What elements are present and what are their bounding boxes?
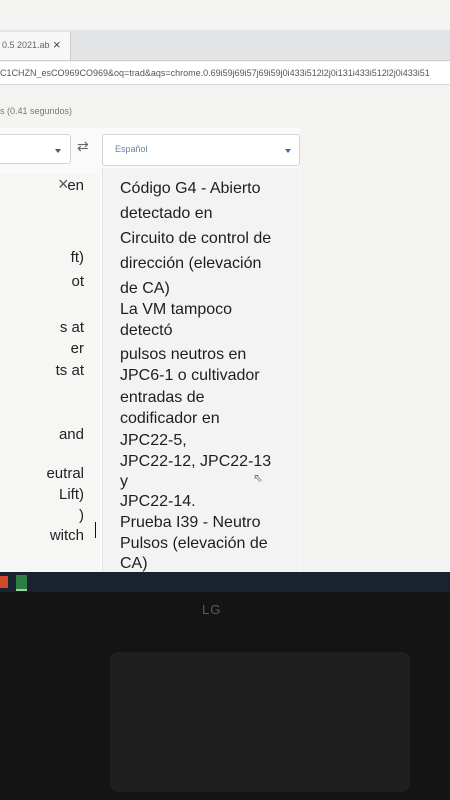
source-line: en	[67, 177, 84, 194]
translation-line: de CA)	[120, 280, 170, 297]
source-line: ts at	[55, 362, 84, 379]
chevron-down-icon	[285, 149, 291, 153]
text-cursor	[95, 522, 96, 538]
source-text-area[interactable]: en ft) ot s at er ts at and eutral Lift)…	[0, 174, 100, 572]
source-line: Lift)	[58, 486, 84, 503]
tab-strip: 0.5 2021.abc × +	[0, 30, 450, 83]
monitor-brand-logo: LG	[202, 602, 222, 617]
source-line: ft)	[70, 249, 84, 266]
translation-line: CA)	[120, 555, 148, 572]
screen-reflection	[110, 652, 410, 792]
source-line: s at	[59, 319, 84, 336]
close-icon[interactable]: ×	[53, 37, 61, 52]
address-bar[interactable]: C1CHZN_esCO969CO969&oq=trad&aqs=chrome.0…	[0, 62, 450, 85]
results-stats: s (0.41 segundos)	[0, 106, 73, 116]
translation-line: dirección (elevación	[120, 255, 262, 272]
translation-line: Pulsos (elevación de	[120, 535, 268, 552]
mouse-pointer-icon: ⇖	[253, 471, 264, 485]
url-text[interactable]: C1CHZN_esCO969CO969&oq=trad&aqs=chrome.0…	[0, 68, 450, 78]
translation-line: Código G4 - Abierto	[120, 180, 261, 197]
source-line: ot	[71, 273, 84, 290]
translation-line: codificador en	[120, 410, 220, 427]
target-language-label: Español	[115, 144, 148, 154]
translation-line: JPC6-1 o cultivador	[120, 367, 260, 384]
chevron-down-icon	[55, 149, 61, 153]
taskbar-app-icon[interactable]	[0, 576, 8, 588]
translation-line: entradas de	[120, 389, 205, 406]
swap-languages-icon[interactable]: ⇄	[77, 138, 89, 155]
taskbar	[0, 572, 450, 592]
browser-tab[interactable]: 0.5 2021.abc ×	[0, 32, 71, 60]
translation-line: La VM tampoco	[120, 301, 233, 318]
source-line: and	[58, 426, 84, 443]
monitor-screen: 0.5 2021.abc × + C1CHZN_esCO969CO969&oq=…	[0, 0, 450, 572]
source-line: er	[70, 340, 84, 357]
tab-title: 0.5 2021.abc	[2, 40, 50, 50]
source-line: )	[79, 507, 84, 524]
translation-line: detectó	[120, 322, 173, 339]
translation-line: JPC22-5,	[120, 432, 187, 449]
spreadsheet-app-icon[interactable]	[16, 575, 27, 591]
monitor-bezel: LG	[0, 592, 450, 800]
target-language-select[interactable]: Español	[102, 134, 300, 166]
translation-line: Prueba I39 - Neutro	[120, 514, 261, 531]
clear-text-icon[interactable]: ×	[58, 174, 69, 195]
translation-line: Circuito de control de	[120, 230, 272, 247]
translation-line: pulsos neutros en	[120, 346, 247, 363]
translation-line: y	[120, 473, 128, 490]
translation-line: detectado en	[120, 205, 213, 222]
source-language-select[interactable]	[0, 134, 71, 164]
translation-output: Código G4 - Abierto detectado en Circuito …	[102, 168, 299, 572]
translation-line: JPC22-14.	[120, 493, 196, 510]
translation-line: JPC22-12, JPC22-13	[120, 453, 272, 470]
source-line: witch	[49, 527, 84, 544]
source-line: eutral	[46, 465, 84, 482]
